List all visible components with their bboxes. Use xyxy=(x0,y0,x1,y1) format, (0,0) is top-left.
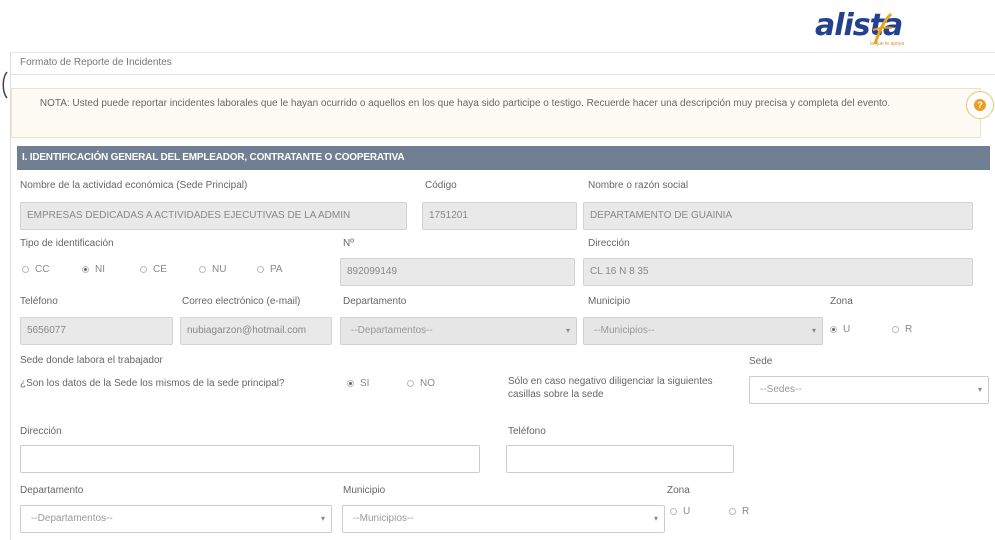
municipality-label: Municipio xyxy=(588,296,631,307)
radio-dot xyxy=(670,508,677,515)
zone2-label: Zona xyxy=(667,485,690,496)
phone-field[interactable]: 5656077 xyxy=(20,317,173,345)
chevron-down-icon: ▾ xyxy=(320,514,325,523)
divider xyxy=(10,74,995,75)
same-site-no-radio[interactable]: NO xyxy=(407,378,435,389)
zone-r-radio[interactable]: R xyxy=(892,324,912,335)
company-name-field[interactable]: DEPARTAMENTO DE GUAINIA xyxy=(583,202,973,230)
negative-case-text: Sólo en caso negativo diligenciar la sig… xyxy=(508,376,713,400)
address-label: Dirección xyxy=(588,238,630,249)
worker-site-label: Sede donde labora el trabajador xyxy=(20,355,163,366)
email-label: Correo electrónico (e-mail) xyxy=(182,296,301,307)
phone2-field[interactable] xyxy=(506,445,734,473)
zone-u-radio[interactable]: U xyxy=(830,324,850,335)
number-field[interactable]: 892099149 xyxy=(340,258,575,286)
email-field[interactable]: nubiagarzon@hotmail.com xyxy=(180,317,332,345)
radio-dot-selected xyxy=(347,380,354,387)
help-button[interactable]: ? xyxy=(966,91,994,119)
address-field[interactable]: CL 16 N 8 35 xyxy=(583,258,973,286)
economic-activity-field[interactable]: EMPRESAS DEDICADAS A ACTIVIDADES EJECUTI… xyxy=(20,202,407,230)
radio-dot xyxy=(407,380,414,387)
phone2-label: Teléfono xyxy=(508,426,546,437)
help-icon: ? xyxy=(974,99,986,111)
code-field[interactable]: 1751201 xyxy=(422,202,577,230)
alista-logo: alista la que te apoya xyxy=(815,8,930,48)
municipality2-select[interactable]: --Municipios-- ▾ xyxy=(342,505,665,533)
radio-dot-selected xyxy=(830,326,837,333)
chevron-down-icon: ▾ xyxy=(811,326,816,335)
department-select[interactable]: --Departamentos-- ▾ xyxy=(340,317,577,345)
radio-dot xyxy=(892,326,899,333)
zone2-u-radio[interactable]: U xyxy=(670,506,690,517)
left-edge-bracket xyxy=(0,70,8,100)
same-site-yes-radio[interactable]: SI xyxy=(347,378,369,389)
section-title: I. IDENTIFICACIÓN GENERAL DEL EMPLEADOR,… xyxy=(22,152,405,163)
zone2-r-radio[interactable]: R xyxy=(729,506,749,517)
phone-label: Teléfono xyxy=(20,296,58,307)
address2-field[interactable] xyxy=(20,445,480,473)
radio-dot xyxy=(729,508,736,515)
site-select[interactable]: --Sedes-- ▾ xyxy=(749,376,989,404)
address2-label: Dirección xyxy=(20,426,62,437)
radio-dot-selected xyxy=(82,266,89,273)
id-type-pa-radio[interactable]: PA xyxy=(257,264,283,275)
note-text: NOTA: Usted puede reportar incidentes la… xyxy=(39,98,891,109)
id-type-nu-radio[interactable]: NU xyxy=(199,264,226,275)
note-box xyxy=(11,88,981,138)
id-type-label: Tipo de identificación xyxy=(20,238,114,249)
department-label: Departamento xyxy=(343,296,407,307)
radio-dot xyxy=(199,266,206,273)
economic-activity-label: Nombre de la actividad económica (Sede P… xyxy=(20,180,248,191)
code-label: Código xyxy=(425,180,457,191)
radio-dot xyxy=(22,266,29,273)
zone-label: Zona xyxy=(830,296,853,307)
radio-dot xyxy=(257,266,264,273)
site-label: Sede xyxy=(749,356,773,367)
department2-select[interactable]: --Departamentos-- ▾ xyxy=(20,505,332,533)
municipality-select[interactable]: --Municipios-- ▾ xyxy=(583,317,823,345)
radio-dot xyxy=(140,266,147,273)
logo-tagline: la que te apoya xyxy=(870,41,905,47)
same-site-question: ¿Son los datos de la Sede los mismos de … xyxy=(20,378,285,389)
chevron-down-icon: ▾ xyxy=(977,385,982,394)
chevron-down-icon: ▾ xyxy=(653,514,658,523)
number-label: Nº xyxy=(343,238,354,249)
id-type-cc-radio[interactable]: CC xyxy=(22,264,49,275)
chevron-down-icon: ▾ xyxy=(565,326,570,335)
id-type-ce-radio[interactable]: CE xyxy=(140,264,167,275)
municipality2-label: Municipio xyxy=(343,485,386,496)
department2-label: Departamento xyxy=(20,485,84,496)
format-title: Formato de Reporte de Incidentes xyxy=(20,57,172,68)
id-type-ni-radio[interactable]: NI xyxy=(82,264,105,275)
company-name-label: Nombre o razón social xyxy=(588,180,689,191)
